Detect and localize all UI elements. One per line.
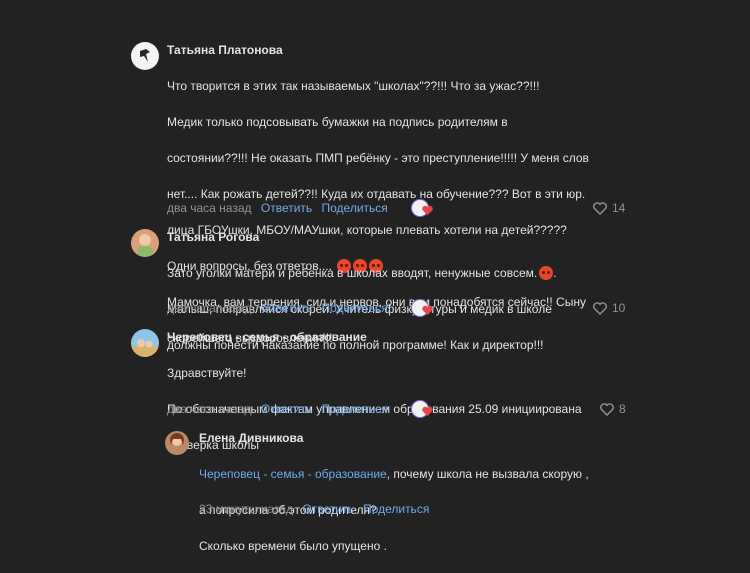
comment-meta: два часа назад Ответить Поделиться [167,201,388,215]
heart-icon [593,202,607,215]
comment-author[interactable]: Череповец - семья - образование [167,330,367,344]
share-button[interactable]: Поделиться [322,301,388,315]
comment-meta: два часа назад Ответить Поделиться [167,301,388,315]
share-button[interactable]: Поделиться [363,502,429,516]
like-count: 14 [612,201,626,215]
avatar[interactable] [131,229,159,257]
share-button[interactable]: Поделиться [322,402,388,416]
comment-meta: два часа назад Ответить Поделиться [167,402,388,416]
avatar[interactable] [131,329,159,357]
reply-button[interactable]: Ответить [261,402,312,416]
reaction-icon[interactable] [411,199,433,217]
reply-button[interactable]: Ответить [261,301,312,315]
like-button[interactable]: 10 [593,301,625,315]
like-count: 10 [612,301,626,315]
mention-link[interactable]: Череповец - семья - образование [199,467,387,481]
heart-icon [593,302,607,315]
comment-author[interactable]: Татьяна Платонова [167,43,283,57]
like-button[interactable]: 8 [600,402,626,416]
reply-button[interactable]: Ответить [261,201,312,215]
angry-face-icon [539,266,554,280]
reply-button[interactable]: Ответить [302,502,353,516]
comment-meta: 23 минуты назад Ответить Поделиться [199,502,429,516]
comment-time[interactable]: два часа назад [167,201,252,215]
avatar[interactable] [165,431,189,455]
avatar[interactable] [131,42,159,70]
comment-time[interactable]: два часа назад [167,402,252,416]
comment-time[interactable]: 23 минуты назад [199,502,293,516]
comment-author[interactable]: Татьяна Рогова [167,230,259,244]
heart-icon [600,403,614,416]
like-button[interactable]: 14 [593,201,625,215]
share-button[interactable]: Поделиться [322,201,388,215]
like-count: 8 [619,402,626,416]
comment-time[interactable]: два часа назад [167,301,252,315]
reaction-icon[interactable] [411,299,433,317]
reaction-icon[interactable] [411,400,433,418]
comment-author[interactable]: Елена Дивникова [199,431,303,445]
